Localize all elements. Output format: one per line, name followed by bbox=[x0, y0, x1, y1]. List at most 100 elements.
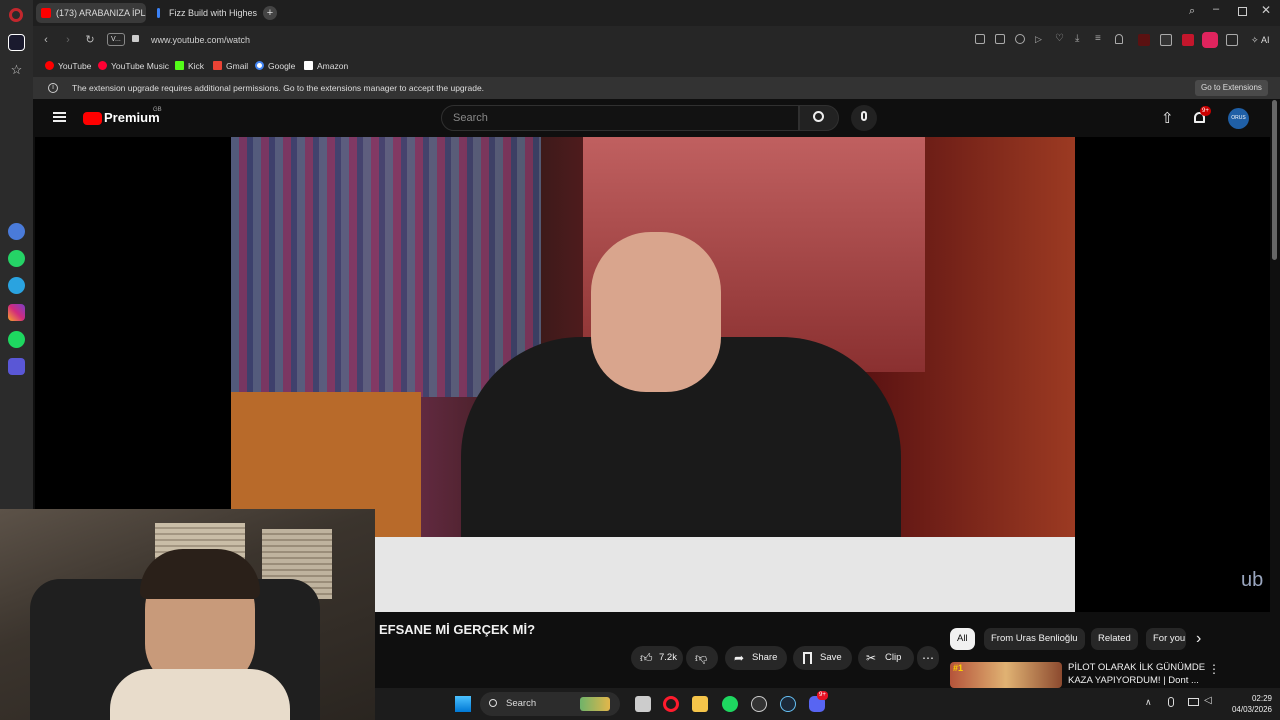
chip-from-channel[interactable]: From Uras Benlioğlu bbox=[984, 628, 1085, 650]
file-explorer-icon[interactable] bbox=[692, 696, 708, 712]
url-field[interactable]: www.youtube.com/watch bbox=[151, 30, 1021, 50]
more-actions-button[interactable]: ⋯ bbox=[917, 646, 939, 670]
rank-badge: #1 bbox=[953, 663, 964, 673]
bookmark-icon bbox=[803, 652, 812, 664]
like-count: 7.2k bbox=[659, 652, 677, 663]
reload-icon[interactable]: ↻ bbox=[83, 33, 97, 47]
gmail-icon bbox=[213, 61, 222, 70]
network-icon[interactable] bbox=[1188, 698, 1199, 706]
youtube-icon bbox=[45, 61, 54, 70]
tab-active[interactable]: (173) ARABANIZA İPLE bbox=[36, 3, 146, 23]
microphone-icon[interactable] bbox=[851, 105, 877, 131]
messenger-icon[interactable] bbox=[8, 223, 25, 240]
volume-icon[interactable]: ◁ bbox=[1204, 695, 1212, 706]
opera-logo[interactable] bbox=[9, 8, 23, 22]
extension-notice-bar: i The extension upgrade requires additio… bbox=[33, 77, 1280, 99]
maximize-button[interactable] bbox=[1238, 7, 1247, 16]
search-highlight-icon bbox=[580, 697, 610, 711]
search-icon bbox=[489, 699, 497, 707]
shield-icon[interactable] bbox=[1015, 34, 1025, 44]
heart-icon[interactable]: ♡ bbox=[1055, 34, 1064, 44]
player-icon[interactable] bbox=[8, 358, 25, 375]
site-info-badge[interactable]: V... bbox=[107, 33, 125, 46]
camera-icon[interactable] bbox=[995, 34, 1005, 44]
bookmark-kick[interactable]: Kick bbox=[175, 59, 204, 73]
clock-date: 04/03/2026 bbox=[1231, 705, 1272, 714]
kebab-menu-icon[interactable]: ⋮ bbox=[1208, 662, 1220, 676]
bookmark-gmail[interactable]: Gmail bbox=[213, 59, 248, 73]
tab-inactive[interactable]: Fizz Build with Highest W bbox=[149, 3, 257, 23]
opera-taskbar-icon[interactable] bbox=[663, 696, 679, 712]
bookmark-label: Kick bbox=[188, 61, 205, 71]
upload-icon[interactable]: ⇧ bbox=[1161, 109, 1174, 127]
microphone-tray-icon[interactable] bbox=[1168, 697, 1174, 707]
close-window-button[interactable]: ✕ bbox=[1261, 3, 1271, 17]
video-thumbnail bbox=[950, 662, 1062, 688]
obs-icon[interactable] bbox=[751, 696, 767, 712]
info-icon: i bbox=[48, 83, 58, 93]
menu-icon[interactable]: ≡ bbox=[1095, 34, 1101, 44]
curtain-left bbox=[231, 137, 541, 397]
profile-icon[interactable] bbox=[1115, 34, 1123, 44]
discord-icon[interactable]: 9+ bbox=[809, 691, 828, 712]
bookmark-amazon[interactable]: Amazon bbox=[304, 59, 348, 73]
share-button[interactable]: ➦ Share bbox=[725, 646, 787, 670]
clock[interactable]: 02:29 04/03/2026 bbox=[1220, 693, 1272, 715]
spotify-icon[interactable] bbox=[8, 331, 25, 348]
instagram-icon[interactable] bbox=[8, 304, 25, 321]
search-tabs-icon[interactable]: ⌕ bbox=[1189, 5, 1195, 18]
share-icon: ➦ bbox=[734, 651, 745, 665]
bookmark-youtube-music[interactable]: YouTube Music bbox=[98, 59, 169, 73]
extension-icon[interactable] bbox=[1226, 34, 1238, 46]
spotify-taskbar-icon[interactable] bbox=[722, 696, 738, 712]
recommendation-title-line2: KAZA YAPIYORDUM! | Dont ... bbox=[1068, 675, 1199, 686]
home-icon[interactable] bbox=[8, 34, 25, 51]
page-scrollbar[interactable] bbox=[1272, 100, 1277, 260]
minimize-button[interactable]: – bbox=[1213, 3, 1219, 15]
bookmark-youtube[interactable]: YouTube bbox=[45, 59, 91, 73]
like-button[interactable]: 👍︎ 7.2k bbox=[631, 646, 683, 670]
windows-start-icon[interactable] bbox=[455, 696, 471, 712]
channel-watermark[interactable]: ub bbox=[1241, 569, 1263, 592]
back-icon[interactable]: ‹ bbox=[39, 33, 53, 47]
hamburger-menu-icon[interactable] bbox=[53, 112, 66, 122]
new-tab-button[interactable]: + bbox=[263, 6, 277, 20]
star-icon[interactable]: ☆ bbox=[8, 61, 25, 78]
telegram-icon[interactable] bbox=[8, 277, 25, 294]
search-input[interactable]: Search bbox=[441, 105, 799, 131]
tray-overflow-icon[interactable]: ∧ bbox=[1145, 697, 1152, 708]
recommendation-title-line1: PİLOT OLARAK İLK GÜNÜMDE bbox=[1068, 662, 1206, 673]
extension-icon[interactable] bbox=[1202, 32, 1218, 48]
bookmark-label: YouTube bbox=[58, 61, 92, 71]
extension-icon[interactable] bbox=[1182, 34, 1194, 46]
youtube-music-icon bbox=[98, 61, 107, 70]
extension-icon[interactable] bbox=[1160, 34, 1172, 46]
bookmark-google[interactable]: Google bbox=[255, 59, 295, 73]
whatsapp-icon[interactable] bbox=[8, 250, 25, 267]
chip-related[interactable]: Related bbox=[1091, 628, 1138, 650]
bookmark-label: YouTube Music bbox=[111, 61, 169, 71]
clip-button[interactable]: ✂ Clip bbox=[858, 646, 914, 670]
taskbar-search[interactable]: Search bbox=[480, 692, 620, 716]
chip-for-you[interactable]: For you bbox=[1146, 628, 1186, 650]
steam-icon[interactable] bbox=[780, 696, 796, 712]
go-to-extensions-button[interactable]: Go to Extensions bbox=[1195, 80, 1268, 96]
recommended-video[interactable]: #1 PİLOT OLARAK İLK GÜNÜMDE KAZA YAPIYOR… bbox=[950, 660, 1222, 688]
save-button[interactable]: Save bbox=[793, 646, 852, 670]
bookmarks-bar: YouTube YouTube Music Kick Gmail Google … bbox=[33, 54, 1280, 77]
extension-icon[interactable] bbox=[1138, 34, 1150, 46]
chip-all[interactable]: All bbox=[950, 628, 975, 650]
task-view-icon[interactable] bbox=[635, 696, 651, 712]
edit-icon[interactable] bbox=[975, 34, 985, 44]
forward-icon[interactable]: › bbox=[61, 33, 75, 47]
bookmark-label: Google bbox=[268, 61, 296, 71]
address-bar: ‹ › ↻ V... www.youtube.com/watch ▷ ♡ ⤓ ≡… bbox=[33, 26, 1280, 54]
download-icon[interactable]: ⤓ bbox=[1075, 34, 1079, 44]
search-button[interactable] bbox=[799, 105, 839, 131]
ai-button[interactable]: ✧ AI bbox=[1251, 32, 1270, 48]
avatar[interactable]: ORUS bbox=[1228, 108, 1249, 129]
play-icon[interactable]: ▷ bbox=[1035, 34, 1042, 44]
chevron-right-icon[interactable]: › bbox=[1196, 630, 1201, 648]
notifications-icon[interactable]: 9+ bbox=[1191, 106, 1211, 126]
dislike-button[interactable]: 👎︎ bbox=[686, 646, 718, 670]
